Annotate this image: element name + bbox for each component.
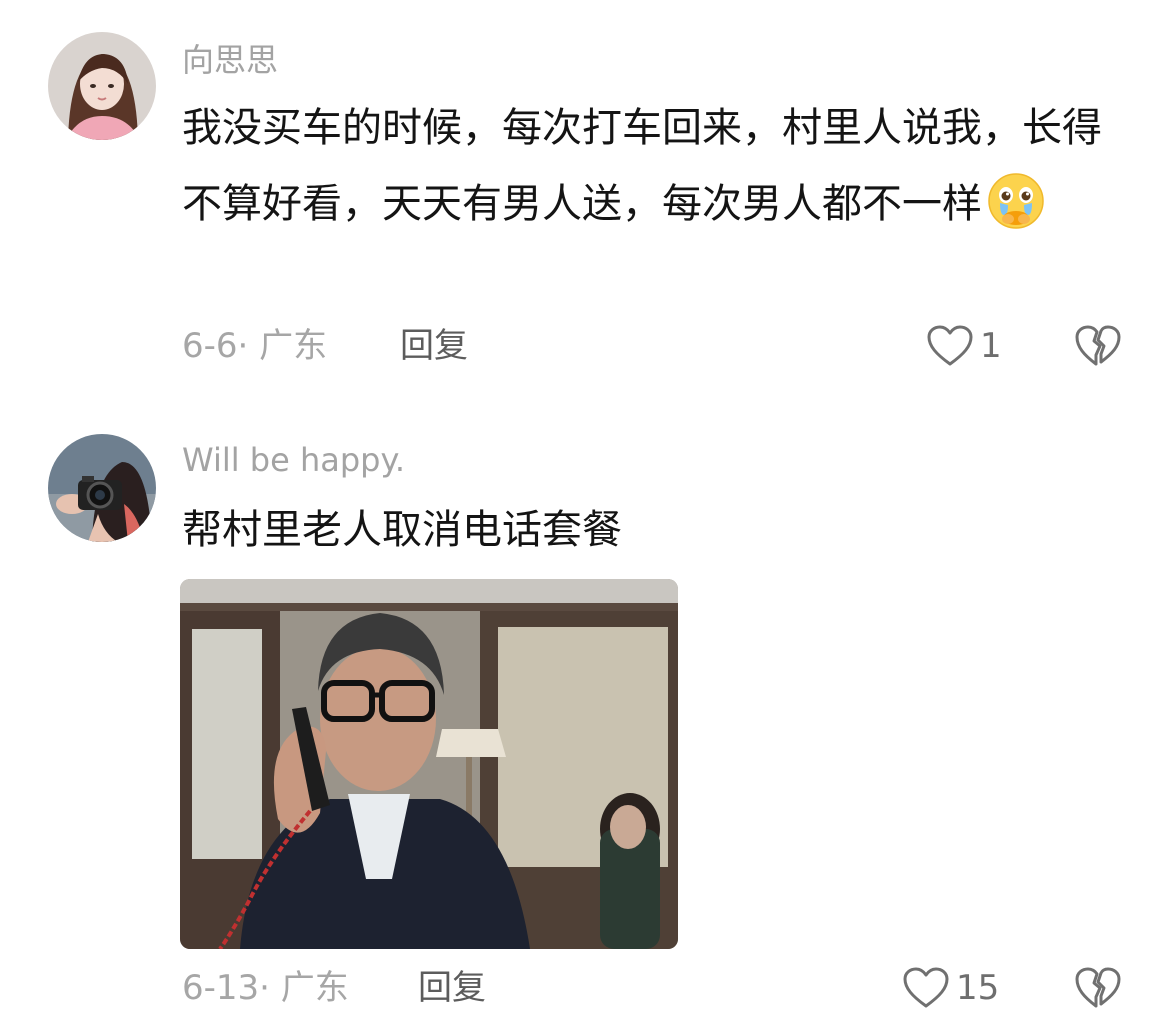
comment-body: 帮村里老人取消电话套餐 — [182, 507, 622, 553]
comment-text: 帮村里老人取消电话套餐 — [182, 492, 1132, 568]
man-on-phone-photo — [180, 579, 678, 949]
comment-date-location: 6-13· 广东 — [182, 968, 349, 1008]
heart-icon — [903, 967, 949, 1008]
dislike-button[interactable] — [1074, 964, 1122, 1012]
like-button[interactable]: 15 — [902, 964, 999, 1012]
comment-item: Will be happy. 帮村里老人取消电话套餐 6-13· 广东 回复 1… — [0, 0, 1170, 1032]
comment-meta-row: 6-13· 广东 回复 15 — [182, 966, 1122, 1010]
comment-username[interactable]: Will be happy. — [182, 440, 405, 480]
avatar-icon — [48, 434, 156, 542]
reply-button[interactable]: 回复 — [418, 966, 486, 1010]
comment-image[interactable] — [180, 579, 678, 949]
broken-heart-icon — [1075, 967, 1121, 1008]
user-avatar[interactable] — [48, 434, 156, 542]
like-count: 15 — [956, 968, 1000, 1008]
